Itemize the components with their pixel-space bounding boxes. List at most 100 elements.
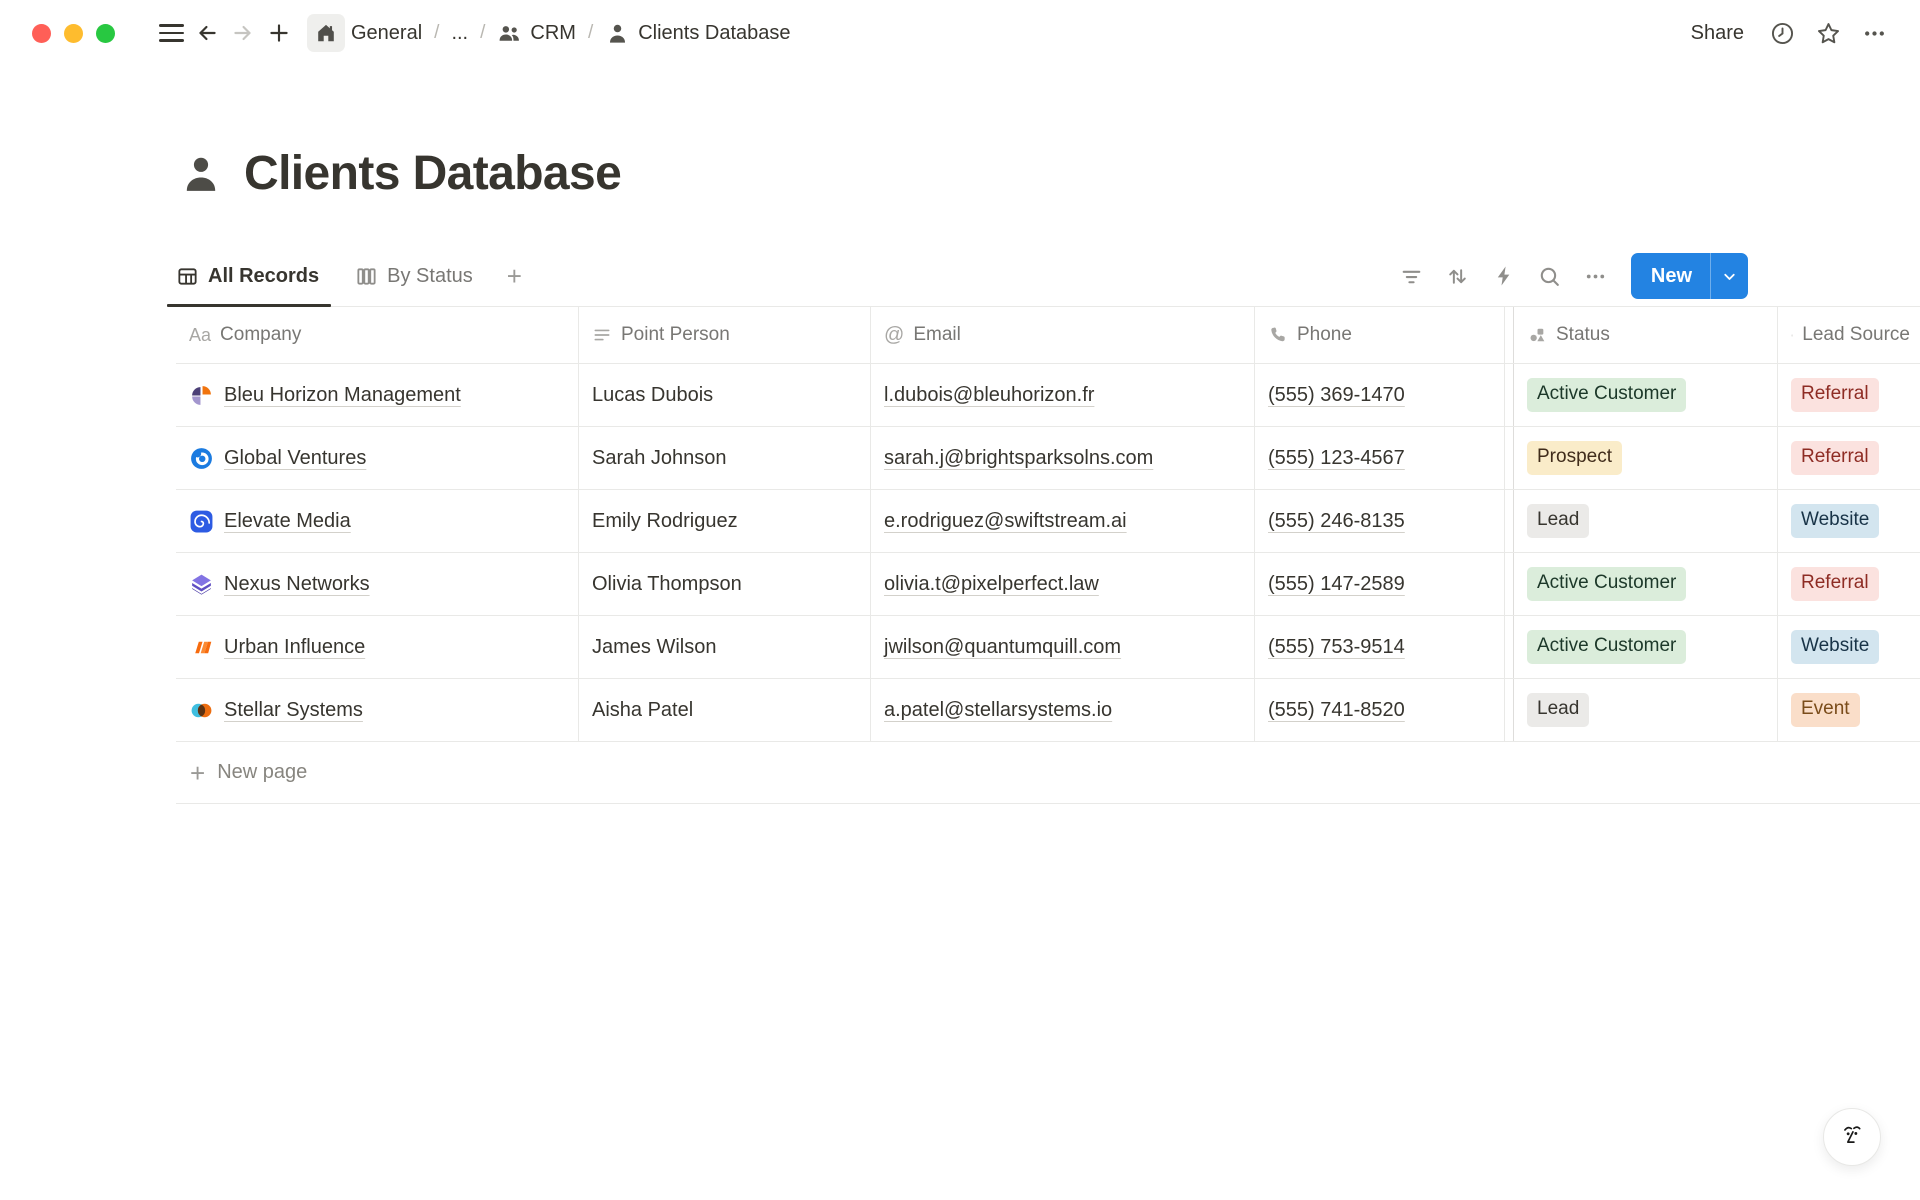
company-name-link[interactable]: Elevate Media [224, 510, 351, 533]
email-cell[interactable]: jwilson@quantumquill.com [871, 616, 1255, 678]
favorite-button[interactable] [1810, 15, 1846, 51]
tab-all-records[interactable]: All Records [176, 246, 319, 306]
email-cell[interactable]: sarah.j@brightsparksolns.com [871, 427, 1255, 489]
email-cell[interactable]: a.patel@stellarsystems.io [871, 679, 1255, 741]
status-cell[interactable]: Prospect [1513, 427, 1778, 489]
filter-button[interactable] [1393, 257, 1431, 295]
forward-button[interactable] [225, 15, 261, 51]
more-options-button[interactable] [1856, 15, 1892, 51]
status-cell[interactable]: Active Customer [1513, 553, 1778, 615]
sort-button[interactable] [1439, 257, 1477, 295]
status-cell[interactable]: Lead [1513, 490, 1778, 552]
phone-cell[interactable]: (555) 753-9514 [1255, 616, 1505, 678]
view-toolbar: New [1393, 246, 1748, 306]
status-cell[interactable]: Active Customer [1513, 616, 1778, 678]
close-window-button[interactable] [32, 24, 51, 43]
company-cell[interactable]: Global Ventures [176, 427, 579, 489]
company-cell[interactable]: Stellar Systems [176, 679, 579, 741]
search-button[interactable] [1531, 257, 1569, 295]
breadcrumb-separator: / [434, 22, 439, 44]
email-cell[interactable]: l.dubois@bleuhorizon.fr [871, 364, 1255, 426]
zoom-window-button[interactable] [96, 24, 115, 43]
breadcrumb-label: General [351, 22, 422, 45]
company-cell[interactable]: Bleu Horizon Management [176, 364, 579, 426]
email-link[interactable]: jwilson@quantumquill.com [884, 636, 1121, 659]
share-button[interactable]: Share [1681, 17, 1754, 50]
email-link[interactable]: a.patel@stellarsystems.io [884, 699, 1112, 722]
email-cell[interactable]: e.rodriguez@swiftstream.ai [871, 490, 1255, 552]
breadcrumb-label: ... [451, 22, 468, 45]
column-header-point-person[interactable]: Point Person [579, 307, 871, 363]
company-name-link[interactable]: Urban Influence [224, 636, 365, 659]
email-link[interactable]: sarah.j@brightsparksolns.com [884, 447, 1153, 470]
plus-icon: + [190, 760, 205, 786]
lead-source-badge: Referral [1791, 567, 1879, 601]
column-header-status[interactable]: Status [1513, 307, 1778, 363]
company-name-link[interactable]: Global Ventures [224, 447, 366, 470]
new-tab-button[interactable] [261, 15, 297, 51]
phone-link[interactable]: (555) 246-8135 [1268, 510, 1405, 533]
tab-by-status[interactable]: By Status [355, 246, 473, 306]
phone-cell[interactable]: (555) 369-1470 [1255, 364, 1505, 426]
email-cell[interactable]: olivia.t@pixelperfect.law [871, 553, 1255, 615]
lead-source-cell[interactable]: Referral [1778, 364, 1920, 426]
email-link[interactable]: olivia.t@pixelperfect.law [884, 573, 1099, 596]
point-person-cell[interactable]: Olivia Thompson [579, 553, 871, 615]
company-cell[interactable]: Urban Influence [176, 616, 579, 678]
point-person-cell[interactable]: Sarah Johnson [579, 427, 871, 489]
new-page-row[interactable]: + New page [176, 742, 1920, 804]
search-icon [1537, 264, 1562, 289]
column-header-phone[interactable]: Phone [1255, 307, 1505, 363]
automations-button[interactable] [1485, 257, 1523, 295]
add-view-button[interactable]: + [503, 261, 526, 292]
breadcrumb: General / ... / CRM / Clients Database [303, 14, 797, 52]
phone-cell[interactable]: (555) 123-4567 [1255, 427, 1505, 489]
phone-link[interactable]: (555) 123-4567 [1268, 447, 1405, 470]
home-breadcrumb-button[interactable] [307, 14, 345, 52]
lead-source-cell[interactable]: Referral [1778, 427, 1920, 489]
clock-icon [1769, 20, 1796, 47]
point-person-cell[interactable]: James Wilson [579, 616, 871, 678]
phone-link[interactable]: (555) 369-1470 [1268, 384, 1405, 407]
point-person-cell[interactable]: Emily Rodriguez [579, 490, 871, 552]
status-cell[interactable]: Lead [1513, 679, 1778, 741]
company-name-link[interactable]: Nexus Networks [224, 573, 370, 596]
email-link[interactable]: e.rodriguez@swiftstream.ai [884, 510, 1127, 533]
column-header-email[interactable]: @ Email [871, 307, 1255, 363]
phone-cell[interactable]: (555) 741-8520 [1255, 679, 1505, 741]
minimize-window-button[interactable] [64, 24, 83, 43]
breadcrumb-separator: / [480, 22, 485, 44]
page-person-icon[interactable] [178, 151, 224, 197]
company-name-link[interactable]: Bleu Horizon Management [224, 384, 461, 407]
phone-cell[interactable]: (555) 246-8135 [1255, 490, 1505, 552]
phone-link[interactable]: (555) 741-8520 [1268, 699, 1405, 722]
view-more-button[interactable] [1577, 257, 1615, 295]
new-record-dropdown-button[interactable] [1711, 253, 1748, 299]
column-header-lead-source[interactable]: Lead Source [1778, 307, 1920, 363]
point-person-cell[interactable]: Aisha Patel [579, 679, 871, 741]
breadcrumb-item-general[interactable]: General [345, 18, 428, 49]
new-record-button[interactable]: New [1631, 253, 1711, 299]
email-link[interactable]: l.dubois@bleuhorizon.fr [884, 384, 1094, 407]
point-person-cell[interactable]: Lucas Dubois [579, 364, 871, 426]
breadcrumb-item-crm[interactable]: CRM [491, 17, 582, 50]
lead-source-cell[interactable]: Website [1778, 616, 1920, 678]
back-button[interactable] [189, 15, 225, 51]
lead-source-cell[interactable]: Website [1778, 490, 1920, 552]
status-cell[interactable]: Active Customer [1513, 364, 1778, 426]
company-name-link[interactable]: Stellar Systems [224, 699, 363, 722]
history-button[interactable] [1764, 15, 1800, 51]
page-title[interactable]: Clients Database [244, 146, 621, 201]
sidebar-menu-icon[interactable] [153, 15, 189, 51]
column-header-company[interactable]: Aa Company [176, 307, 579, 363]
phone-cell[interactable]: (555) 147-2589 [1255, 553, 1505, 615]
notion-ai-button[interactable] [1823, 1108, 1881, 1166]
breadcrumb-item-clients-database[interactable]: Clients Database [599, 17, 796, 50]
company-cell[interactable]: Elevate Media [176, 490, 579, 552]
lead-source-cell[interactable]: Event [1778, 679, 1920, 741]
phone-link[interactable]: (555) 147-2589 [1268, 573, 1405, 596]
phone-link[interactable]: (555) 753-9514 [1268, 636, 1405, 659]
lead-source-cell[interactable]: Referral [1778, 553, 1920, 615]
breadcrumb-item-ellipsis[interactable]: ... [445, 18, 474, 49]
company-cell[interactable]: Nexus Networks [176, 553, 579, 615]
